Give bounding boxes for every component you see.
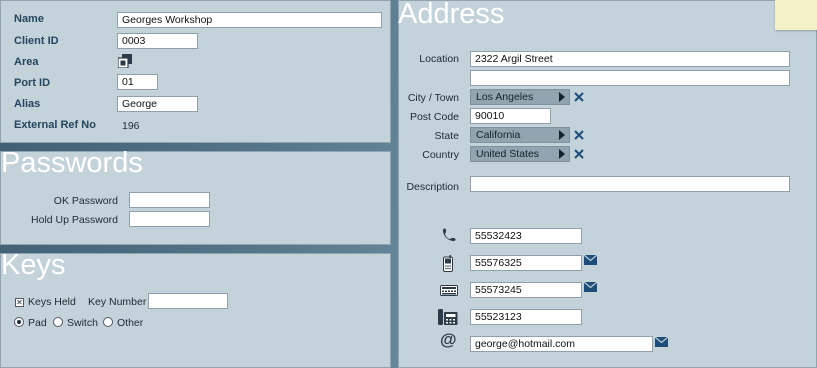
country-label: Country — [422, 149, 459, 161]
ok-password-field[interactable] — [129, 192, 210, 208]
holdup-password-field[interactable] — [129, 211, 210, 227]
country-value: United States — [476, 148, 540, 160]
keys-held-checkbox[interactable]: ✕ — [15, 298, 24, 307]
location-line2-field[interactable] — [470, 70, 790, 86]
state-value: California — [476, 129, 521, 141]
state-dropdown[interactable]: California — [470, 127, 570, 143]
phone-field[interactable] — [470, 228, 582, 244]
other-radio[interactable] — [103, 317, 113, 327]
postcode-field[interactable] — [470, 108, 551, 124]
switch-radio[interactable] — [53, 317, 63, 327]
client-id-field[interactable] — [117, 33, 198, 49]
city-value: Los Angeles — [476, 91, 534, 103]
postcode-label: Post Code — [409, 111, 459, 123]
email-at-icon: @ — [440, 330, 457, 349]
keys-held-label: Keys Held — [28, 296, 76, 308]
send-email-envelope-icon[interactable] — [655, 337, 668, 347]
ok-password-label: OK Password — [53, 195, 118, 207]
telephone-icon — [443, 228, 456, 241]
clear-city-icon[interactable] — [574, 92, 584, 102]
switch-radio-label: Switch — [67, 317, 98, 329]
area-label: Area — [14, 56, 39, 68]
key-number-field[interactable] — [148, 293, 228, 309]
key-number-label: Key Number — [88, 296, 147, 308]
send-fax-envelope-icon[interactable] — [584, 282, 597, 292]
address-heading: Address — [398, 0, 505, 30]
fax-icon — [440, 285, 458, 296]
desk-phone-icon — [438, 309, 458, 325]
fax-field[interactable] — [470, 282, 582, 298]
name-label: Name — [14, 13, 44, 25]
caret-right-icon — [559, 92, 565, 102]
city-label: City / Town — [407, 92, 459, 104]
caret-right-icon — [559, 149, 565, 159]
mobile-field[interactable] — [470, 255, 582, 271]
other-radio-label: Other — [117, 317, 144, 329]
client-id-label: Client ID — [14, 35, 59, 47]
external-ref-value: 196 — [122, 120, 140, 132]
location-line1-field[interactable] — [470, 51, 790, 67]
desk-phone-field[interactable] — [470, 309, 582, 325]
client-details-panel: Name Client ID Area Port ID Alias Extern… — [0, 0, 391, 143]
location-label: Location — [419, 53, 459, 65]
alias-field[interactable] — [117, 96, 198, 112]
mobile-phone-icon — [443, 255, 453, 272]
description-field[interactable] — [470, 176, 790, 192]
clear-country-icon[interactable] — [574, 149, 584, 159]
port-id-field[interactable] — [117, 74, 158, 90]
sticky-note[interactable] — [775, 0, 817, 30]
alias-label: Alias — [14, 98, 41, 110]
caret-right-icon — [559, 130, 565, 140]
address-panel: Location City / Town Los Angeles Post Co… — [398, 0, 817, 368]
port-id-label: Port ID — [14, 77, 51, 89]
pad-radio[interactable] — [14, 317, 24, 327]
passwords-heading: Passwords — [1, 147, 143, 179]
email-field[interactable] — [470, 336, 653, 352]
description-label: Description — [406, 181, 459, 193]
state-label: State — [434, 130, 459, 142]
area-picker-icon[interactable] — [118, 54, 133, 68]
name-field[interactable] — [117, 12, 382, 28]
pad-radio-label: Pad — [28, 317, 47, 329]
city-dropdown[interactable]: Los Angeles — [470, 89, 570, 105]
external-ref-label: External Ref No — [14, 119, 96, 131]
country-dropdown[interactable]: United States — [470, 146, 570, 162]
keys-heading: Keys — [1, 249, 66, 281]
holdup-password-label: Hold Up Password — [31, 214, 118, 226]
clear-state-icon[interactable] — [574, 130, 584, 140]
send-sms-envelope-icon[interactable] — [584, 255, 597, 265]
